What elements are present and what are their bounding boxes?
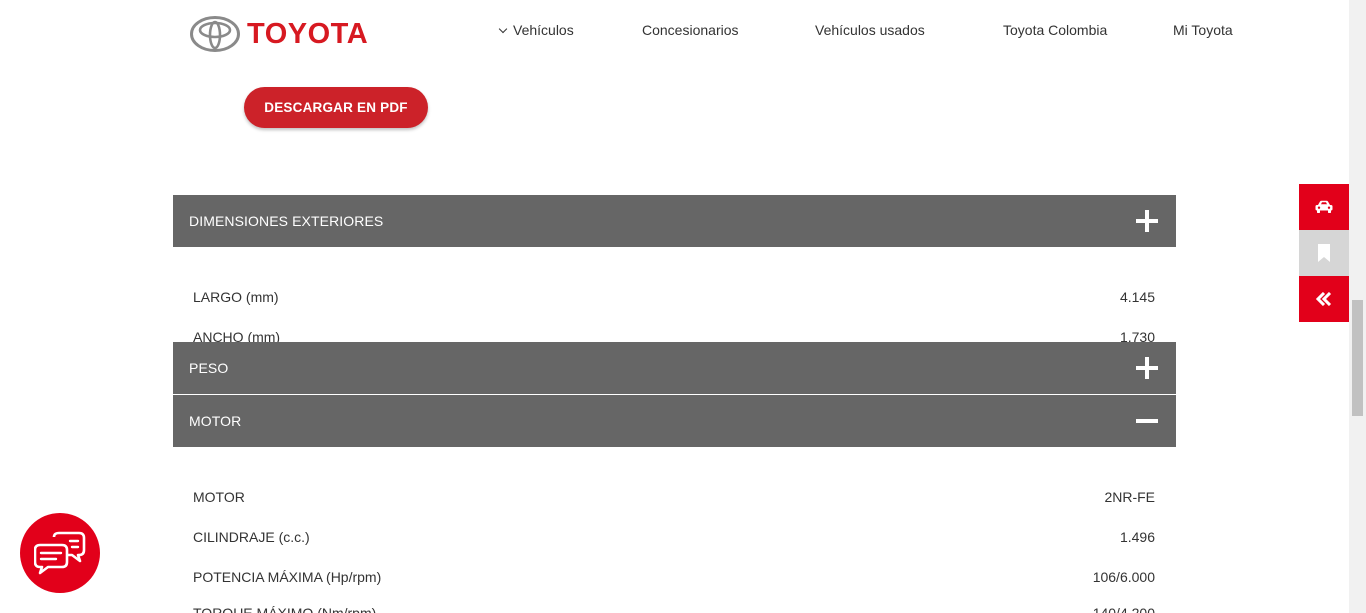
- chevron-down-icon: [498, 24, 508, 34]
- nav-item-toyota-colombia[interactable]: Toyota Colombia: [1003, 22, 1107, 38]
- accordion-title: MOTOR: [189, 413, 242, 429]
- spec-row: POTENCIA MÁXIMA (Hp/rpm) 106/6.000: [193, 569, 1155, 589]
- spec-value: 2NR-FE: [1104, 489, 1155, 505]
- accordion-title: PESO: [189, 360, 229, 376]
- download-pdf-button[interactable]: DESCARGAR EN PDF: [244, 87, 428, 128]
- spec-value: 140/4.200: [1092, 605, 1155, 613]
- nav-item-label: Vehículos: [513, 22, 574, 38]
- vertical-scrollbar[interactable]: [1349, 0, 1366, 613]
- spec-label: POTENCIA MÁXIMA (Hp/rpm): [193, 569, 382, 585]
- spec-label: LARGO (mm): [193, 289, 279, 305]
- spec-label: MOTOR: [193, 489, 245, 505]
- chat-bubbles-icon: [34, 531, 86, 575]
- accordion-motor[interactable]: MOTOR: [173, 395, 1176, 447]
- page: TOYOTA Vehículos Concesionarios Vehículo…: [0, 0, 1349, 613]
- nav-item-vehiculos[interactable]: Vehículos: [498, 22, 574, 38]
- spec-value: 1.496: [1119, 529, 1155, 545]
- side-button-bookmark[interactable]: [1299, 230, 1349, 276]
- accordion-dimensiones-exteriores[interactable]: DIMENSIONES EXTERIORES: [173, 195, 1176, 247]
- bookmark-icon: [1318, 244, 1330, 262]
- accordion-title: DIMENSIONES EXTERIORES: [189, 213, 384, 229]
- accordion-peso[interactable]: PESO: [173, 342, 1176, 394]
- spec-row: MOTOR 2NR-FE: [193, 489, 1155, 509]
- nav-item-mi-toyota[interactable]: Mi Toyota: [1173, 22, 1233, 38]
- spec-value: 106/6.000: [1092, 569, 1155, 585]
- spec-row: LARGO (mm) 4.145: [193, 289, 1155, 309]
- car-icon: [1315, 200, 1333, 213]
- plus-icon[interactable]: [1136, 210, 1158, 232]
- minus-icon[interactable]: [1136, 410, 1158, 432]
- nav-item-vehiculos-usados[interactable]: Vehículos usados: [815, 22, 925, 38]
- spec-value: 4.145: [1119, 289, 1155, 305]
- chat-button[interactable]: [20, 513, 100, 593]
- nav-item-concesionarios[interactable]: Concesionarios: [642, 22, 739, 38]
- plus-icon[interactable]: [1136, 357, 1158, 379]
- spec-label: TORQUE MÁXIMO (Nm/rpm): [193, 605, 377, 613]
- spec-row: TORQUE MÁXIMO (Nm/rpm) 140/4.200: [193, 605, 1155, 613]
- scrollbar-thumb[interactable]: [1352, 300, 1363, 416]
- side-button-expand[interactable]: [1299, 276, 1349, 322]
- spec-label: CILINDRAJE (c.c.): [193, 529, 310, 545]
- spec-row: CILINDRAJE (c.c.) 1.496: [193, 529, 1155, 549]
- double-chevron-left-icon: [1316, 292, 1332, 306]
- side-button-vehicles[interactable]: [1299, 184, 1349, 230]
- main-nav: Vehículos Concesionarios Vehículos usado…: [0, 22, 1349, 42]
